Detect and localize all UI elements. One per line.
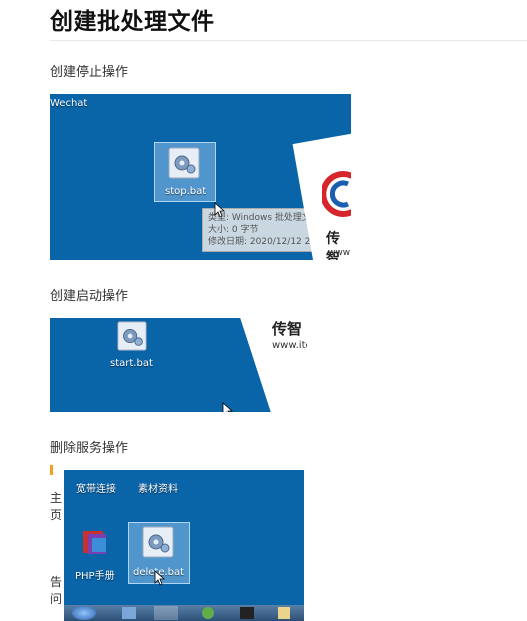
brand-url: www.itc xyxy=(272,340,307,351)
strip-text: 主页 xyxy=(50,491,63,522)
batch-file-icon xyxy=(168,147,200,179)
taskbar-app-icon[interactable] xyxy=(278,607,290,619)
brand-url: www xyxy=(328,248,351,258)
desktop-icon-label[interactable]: 宽带连接 xyxy=(76,480,116,495)
title-divider xyxy=(50,40,527,41)
file-name-stop[interactable]: stop.bat xyxy=(165,186,206,197)
mouse-cursor-icon xyxy=(154,570,166,586)
batch-file-icon xyxy=(142,526,174,558)
tooltip-line: 修改日期: 2020/12/12 2:4 xyxy=(208,237,320,247)
taskbar-app-icon[interactable] xyxy=(202,607,214,619)
batch-file-icon xyxy=(117,321,147,351)
php-manual-icon xyxy=(83,531,106,554)
taskbar-app-icon[interactable] xyxy=(122,607,136,619)
taskbar-app-icon[interactable] xyxy=(154,606,178,620)
strip-text: 告问 xyxy=(50,575,63,606)
taskbar-app-icon[interactable] xyxy=(240,607,254,619)
brand-logo-icon xyxy=(322,171,351,217)
screenshot-start: start.bat 传智 www.itc xyxy=(50,318,307,412)
window-label: Wechat xyxy=(50,98,88,109)
start-button-icon[interactable] xyxy=(72,606,96,620)
taskbar xyxy=(64,605,304,621)
tooltip-line: 大小: 0 字节 xyxy=(208,225,259,235)
brand-text: 传智 xyxy=(272,320,303,338)
mouse-cursor-icon xyxy=(222,402,234,412)
screenshot-stop: Wechat stop.bat 类型: Windows 批处理文件 大小: 0 … xyxy=(50,94,351,260)
page-title: 创建批处理文件 xyxy=(50,9,215,35)
screenshot-delete: 宽带连接 素材资料 PHP手册 delete.bat xyxy=(64,470,304,621)
step-label-stop: 创建停止操作 xyxy=(50,65,129,80)
left-underlying-strip: 主页 告问 xyxy=(50,465,64,621)
step-label-start: 创建启动操作 xyxy=(50,289,129,304)
strip-accent xyxy=(50,465,53,475)
step-label-delete: 删除服务操作 xyxy=(50,441,129,456)
php-manual-label[interactable]: PHP手册 xyxy=(75,567,115,582)
file-name-start[interactable]: start.bat xyxy=(110,358,153,369)
desktop-icon-label[interactable]: 素材资料 xyxy=(138,480,178,495)
mouse-cursor-icon xyxy=(214,202,226,218)
